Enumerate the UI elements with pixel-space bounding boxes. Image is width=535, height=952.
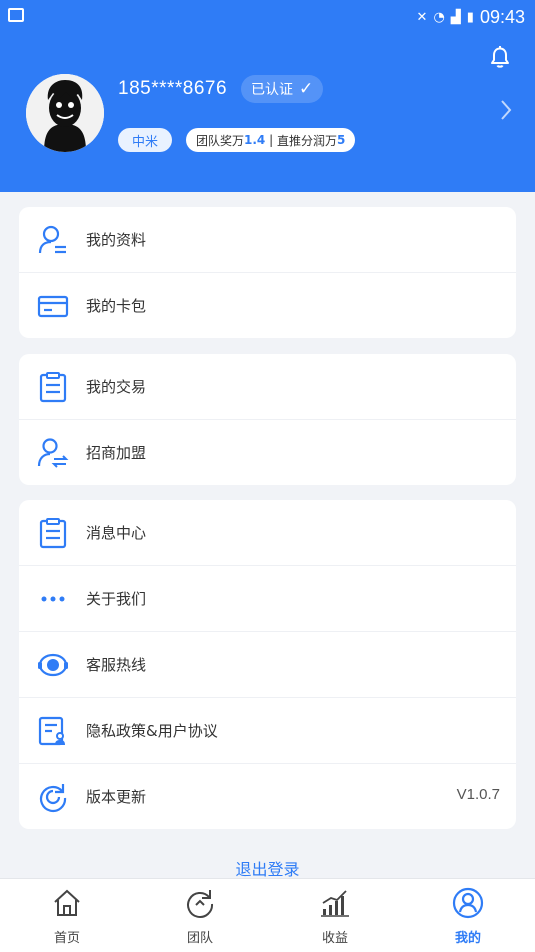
signal-icon: ▟ [450, 10, 461, 25]
message-icon [39, 518, 67, 549]
menu-label: 客服热线 [86, 656, 147, 674]
menu-label: 隐私政策&用户协议 [86, 722, 218, 740]
user-circle-icon [452, 887, 484, 919]
wifi-icon: ◔ [433, 10, 445, 25]
bottom-tab-bar: 首页 团队 收益 我的 [0, 878, 535, 952]
menu-label: 我的资料 [86, 231, 147, 249]
tab-earnings[interactable]: 收益 [295, 879, 375, 952]
menu-item-my-transactions[interactable]: 我的交易 [19, 354, 516, 420]
menu-item-message-center[interactable]: 消息中心 [19, 500, 516, 566]
menu-label: 消息中心 [86, 524, 147, 542]
menu-card-business: 我的交易 招商加盟 [19, 354, 516, 485]
document-user-icon [38, 716, 65, 746]
team-reward-prefix: 团队奖万 [196, 133, 245, 148]
tab-label: 收益 [321, 931, 348, 946]
check-icon: ✓ [299, 79, 314, 99]
menu-label: 招商加盟 [86, 444, 147, 462]
version-number: V1.0.7 [456, 786, 500, 803]
tab-team[interactable]: 团队 [160, 879, 240, 952]
stats-badge: 团队奖万 1.4 | 直推分润万 5 [186, 128, 356, 152]
clipboard-icon [39, 372, 67, 403]
profile-icon [38, 225, 66, 254]
chevron-right-icon[interactable] [499, 98, 513, 122]
refresh-icon [39, 784, 67, 813]
headset-icon [38, 653, 68, 677]
screenshot-icon [8, 8, 24, 22]
battery-icon: ▮ [466, 10, 474, 25]
menu-item-about-us[interactable]: 关于我们 [19, 566, 516, 632]
tab-mine[interactable]: 我的 [428, 879, 508, 952]
more-dots-icon [41, 596, 65, 602]
tab-label: 团队 [186, 931, 213, 946]
status-time: 09:43 [479, 7, 525, 27]
menu-item-card-wallet[interactable]: 我的卡包 [19, 273, 516, 338]
logout-button[interactable]: 退出登录 [0, 856, 535, 880]
bell-icon[interactable] [487, 44, 513, 70]
status-bar: ✕ ◔ ▟ ▮ 09:43 [0, 0, 535, 34]
phone-number: 185****8676 [118, 78, 228, 99]
level-badge: 中米 [118, 128, 173, 152]
menu-item-my-profile[interactable]: 我的资料 [19, 207, 516, 273]
user-exchange-icon [37, 438, 69, 468]
avatar-image [26, 74, 104, 152]
direct-share-value: 5 [336, 133, 346, 147]
menu-label: 我的卡包 [86, 297, 147, 315]
mute-icon: ✕ [416, 10, 428, 25]
menu-card-general: 消息中心 关于我们 客服热线 隐私政策&用户协议 版本更新 V1.0.7 [19, 500, 516, 829]
menu-item-version-update[interactable]: 版本更新 V1.0.7 [19, 764, 516, 829]
menu-label: 版本更新 [86, 788, 147, 806]
menu-card-account: 我的资料 我的卡包 [19, 207, 516, 338]
stats-separator: | [265, 133, 277, 147]
menu-item-service-hotline[interactable]: 客服热线 [19, 632, 516, 698]
team-reward-value: 1.4 [244, 133, 266, 147]
tab-label: 我的 [454, 931, 481, 946]
verified-label: 已认证 [251, 82, 293, 98]
profile-header: ✕ ◔ ▟ ▮ 09:43 185****8676 已认证 ✓ 中米 团队奖万 1… [0, 0, 535, 192]
tab-home[interactable]: 首页 [27, 879, 107, 952]
verified-badge: 已认证 ✓ [241, 75, 324, 103]
team-refresh-icon [187, 890, 214, 918]
menu-item-privacy-policy[interactable]: 隐私政策&用户协议 [19, 698, 516, 764]
home-icon [54, 889, 80, 916]
card-wallet-icon [37, 295, 69, 318]
menu-label: 关于我们 [86, 590, 147, 608]
menu-label: 我的交易 [86, 378, 147, 396]
tab-label: 首页 [53, 931, 80, 946]
avatar[interactable] [26, 74, 104, 152]
direct-share-prefix: 直推分润万 [276, 133, 337, 148]
bar-chart-icon [321, 890, 349, 917]
menu-item-franchise[interactable]: 招商加盟 [19, 420, 516, 485]
